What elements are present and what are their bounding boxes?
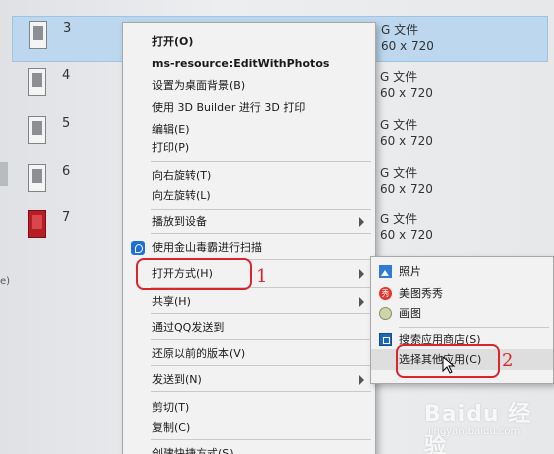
file-type: G 文件 [380, 118, 418, 132]
menu-item-open[interactable]: 打开(O) [123, 31, 375, 53]
paint-app-icon [379, 307, 392, 320]
submenu-item-label: 照片 [399, 265, 421, 278]
submenu-item-meitu[interactable]: 秀 美图秀秀 [371, 283, 553, 304]
image-thumbnail-icon [29, 21, 47, 49]
file-dimensions: 60 x 720 [380, 228, 433, 242]
submenu-separator [399, 327, 549, 328]
image-thumbnail-icon [28, 164, 46, 192]
chevron-right-icon [359, 297, 365, 307]
menu-item-cut[interactable]: 剪切(T) [123, 397, 375, 419]
file-name: 3 [63, 21, 72, 36]
store-icon [379, 333, 392, 346]
chevron-right-icon [359, 375, 365, 385]
photos-app-icon [379, 265, 392, 278]
file-dimensions: 60 x 720 [380, 182, 433, 196]
file-type: G 文件 [380, 70, 418, 84]
image-thumbnail-icon [28, 116, 46, 144]
file-dimensions: 60 x 720 [381, 39, 434, 53]
menu-separator [151, 209, 371, 210]
annotation-box-open-with [136, 258, 252, 290]
file-name: 5 [62, 116, 71, 131]
menu-item-label: 共享(H) [152, 295, 191, 308]
menu-separator [151, 233, 371, 234]
menu-separator [151, 391, 371, 392]
menu-item-create-shortcut[interactable]: 创建快捷方式(S) [123, 443, 375, 454]
menu-item-rotate-left[interactable]: 向左旋转(L) [123, 185, 375, 207]
file-dimensions: 60 x 720 [380, 134, 433, 148]
menu-item-label: 发送到(N) [152, 373, 202, 386]
watermark-url: jingyan.baidu.com [428, 426, 521, 437]
menu-item-send-to[interactable]: 发送到(N) [123, 369, 375, 391]
file-type: G 文件 [381, 23, 419, 37]
menu-separator [151, 339, 371, 340]
menu-item-set-wallpaper[interactable]: 设置为桌面背景(B) [123, 75, 375, 97]
annotation-number-2: 2 [502, 350, 514, 371]
menu-item-rotate-right[interactable]: 向右旋转(T) [123, 165, 375, 187]
submenu-item-label: 画图 [399, 307, 421, 320]
left-edge-text: e) [0, 276, 11, 287]
menu-item-3d-print[interactable]: 使用 3D Builder 进行 3D 打印 [123, 97, 375, 119]
menu-separator [151, 313, 371, 314]
menu-item-share[interactable]: 共享(H) [123, 291, 375, 313]
image-thumbnail-icon [28, 68, 46, 96]
menu-item-send-qq[interactable]: 通过QQ发送到 [123, 317, 375, 339]
file-name: 7 [62, 210, 71, 225]
menu-item-label: 使用金山毒霸进行扫描 [152, 241, 262, 254]
annotation-number-1: 1 [256, 266, 268, 287]
menu-separator [151, 161, 371, 162]
image-thumbnail-icon [28, 210, 46, 238]
menu-item-edit-with-photos[interactable]: ms-resource:EditWithPhotos [123, 53, 375, 75]
menu-item-copy[interactable]: 复制(C) [123, 417, 375, 439]
submenu-item-photos[interactable]: 照片 [371, 261, 553, 282]
scroll-marker [0, 162, 8, 186]
menu-item-scan[interactable]: 使用金山毒霸进行扫描 [123, 237, 375, 259]
file-type: G 文件 [380, 166, 418, 180]
mouse-cursor-icon [442, 356, 456, 374]
menu-separator [151, 365, 371, 366]
file-dimensions: 60 x 720 [380, 86, 433, 100]
submenu-item-paint[interactable]: 画图 [371, 303, 553, 324]
menu-item-label: 播放到设备 [152, 215, 207, 228]
file-name: 6 [62, 164, 71, 179]
menu-separator [151, 439, 371, 440]
baidu-jingyan-watermark: Baidu 经验 jingyan.baidu.com [410, 392, 554, 454]
chevron-right-icon [359, 269, 365, 279]
submenu-item-label: 美图秀秀 [399, 287, 443, 300]
context-menu: 打开(O) ms-resource:EditWithPhotos 设置为桌面背景… [122, 22, 376, 454]
file-type: G 文件 [380, 212, 418, 226]
menu-item-restore-versions[interactable]: 还原以前的版本(V) [123, 343, 375, 365]
menu-item-cast-to-device[interactable]: 播放到设备 [123, 211, 375, 233]
menu-item-print[interactable]: 打印(P) [123, 137, 375, 159]
meitu-app-icon: 秀 [379, 287, 392, 300]
watermark-logo: Baidu 经验 [424, 402, 532, 454]
kingsoft-antivirus-icon [131, 241, 145, 255]
file-name: 4 [62, 68, 71, 83]
chevron-right-icon [359, 217, 365, 227]
